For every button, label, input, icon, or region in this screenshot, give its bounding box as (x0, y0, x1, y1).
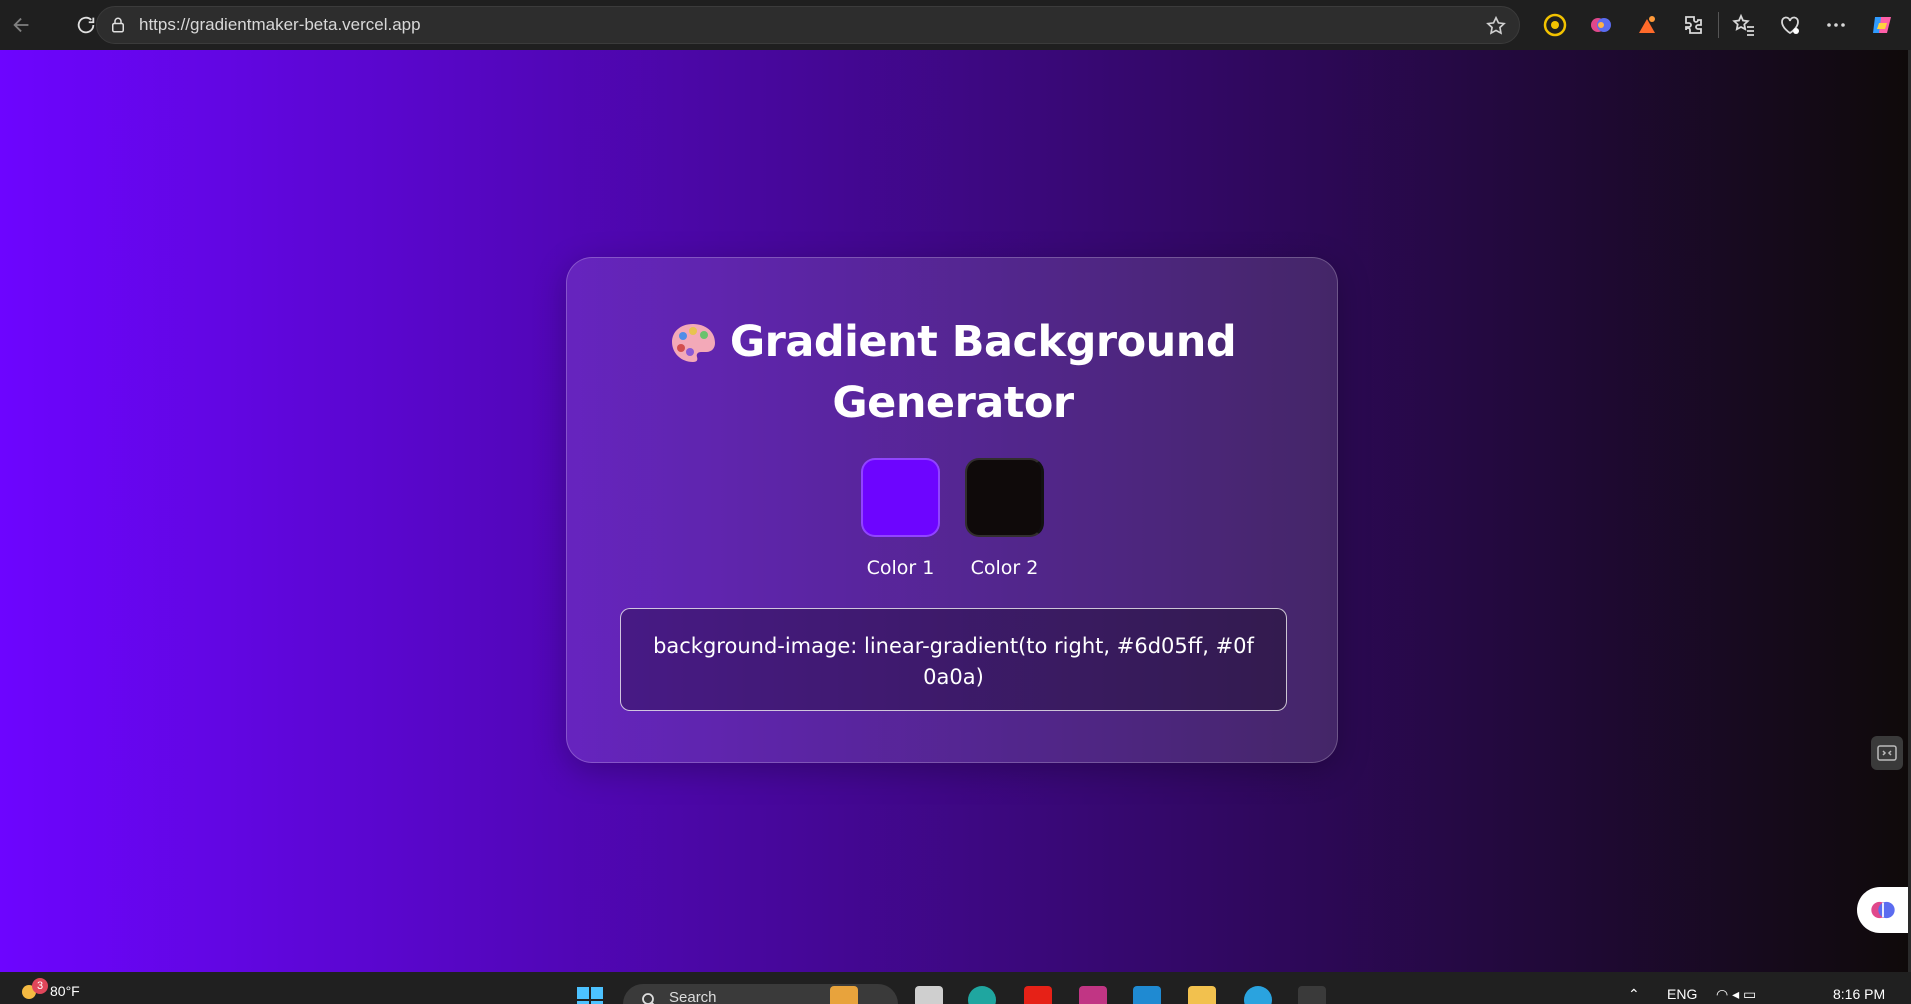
tray-chevron-icon[interactable]: ⌃ (1628, 986, 1640, 1003)
color1-picker[interactable] (861, 458, 940, 537)
taskbar-app-file-explorer[interactable] (1188, 986, 1216, 1004)
more-horizontal-icon (1827, 23, 1845, 27)
taskbar-app-files[interactable] (830, 986, 858, 1004)
taskbar-app-youtube[interactable] (1024, 986, 1052, 1004)
color1-label: Color 1 (866, 557, 935, 579)
extensions-area (1532, 4, 1905, 46)
windows-logo-icon (577, 987, 603, 1004)
taskbar-app-notepad[interactable] (915, 986, 943, 1004)
heart-pulse-icon (1781, 16, 1799, 35)
color1-group: Color 1 (861, 458, 940, 579)
weather-temperature: 80°F (50, 983, 80, 999)
page-title: Gradient Background Generator (567, 312, 1339, 434)
side-panel-toggle[interactable] (1871, 736, 1903, 770)
taskbar-app-telegram[interactable] (1244, 986, 1272, 1004)
collapse-panel-icon (1877, 745, 1897, 761)
weather-badge: 3 (32, 978, 48, 994)
settings-more-button[interactable] (1813, 4, 1859, 46)
palette-icon (671, 323, 715, 362)
clock-time[interactable]: 8:16 PM (1833, 986, 1885, 1002)
taskbar-app-edge[interactable] (968, 986, 996, 1004)
title-line-1: Gradient Background (567, 312, 1339, 373)
floating-assistant-button[interactable] (1857, 887, 1909, 933)
taskbar-app-instagram[interactable] (1079, 986, 1107, 1004)
browser-toolbar: https://gradientmaker-beta.vercel.app (0, 0, 1911, 50)
gradient-page-background: Gradient Background Generator Color 1 Co… (0, 50, 1909, 972)
search-icon (642, 993, 655, 1004)
extension-3[interactable] (1624, 4, 1670, 46)
weather-widget[interactable]: 3 80°F (20, 978, 80, 1002)
windows-taskbar: 3 80°F Search ⌃ ENG ◠ ◂ ▭ 8:16 PM (0, 972, 1911, 1004)
weather-icon: 3 (20, 978, 48, 1002)
extension-1[interactable] (1532, 4, 1578, 46)
start-button[interactable] (576, 986, 604, 1004)
extension-2[interactable] (1578, 4, 1624, 46)
color-pickers: Color 1 Color 2 (861, 458, 1044, 579)
color2-picker[interactable] (965, 458, 1044, 537)
color2-group: Color 2 (965, 458, 1044, 579)
favorites-button[interactable] (1721, 4, 1767, 46)
search-placeholder: Search (669, 989, 717, 1004)
toolbar-separator (1718, 12, 1719, 38)
title-text-line-2: Generator (832, 378, 1074, 428)
coin-extension-icon (1543, 13, 1567, 37)
url-text[interactable]: https://gradientmaker-beta.vercel.app (139, 15, 421, 35)
extensions-menu-button[interactable] (1670, 4, 1716, 46)
burst-extension-icon (1639, 16, 1655, 33)
site-info-icon[interactable] (109, 16, 127, 34)
copilot-button[interactable] (1859, 4, 1905, 46)
brain-extension-icon (1591, 18, 1611, 32)
brain-assistant-icon (1871, 901, 1895, 919)
title-text-line-1: Gradient Background (729, 317, 1237, 367)
arrow-left-icon (13, 17, 29, 33)
browser-essentials-button[interactable] (1767, 4, 1813, 46)
taskbar-app-other[interactable] (1298, 986, 1326, 1004)
generator-card: Gradient Background Generator Color 1 Co… (566, 257, 1338, 763)
color2-label: Color 2 (970, 557, 1039, 579)
network-volume-icons[interactable]: ◠ ◂ ▭ (1716, 986, 1756, 1003)
taskbar-app-vscode[interactable] (1133, 986, 1161, 1004)
puzzle-icon (1685, 16, 1702, 34)
copilot-icon (1873, 17, 1891, 33)
address-bar[interactable]: https://gradientmaker-beta.vercel.app (96, 6, 1520, 44)
favorites-list-icon (1732, 13, 1754, 36)
back-button[interactable] (2, 5, 42, 45)
css-output-box[interactable]: background-image: linear-gradient(to rig… (620, 608, 1287, 711)
language-indicator[interactable]: ENG (1667, 986, 1697, 1002)
favorite-star-icon[interactable] (1485, 15, 1507, 37)
refresh-icon (77, 16, 95, 34)
